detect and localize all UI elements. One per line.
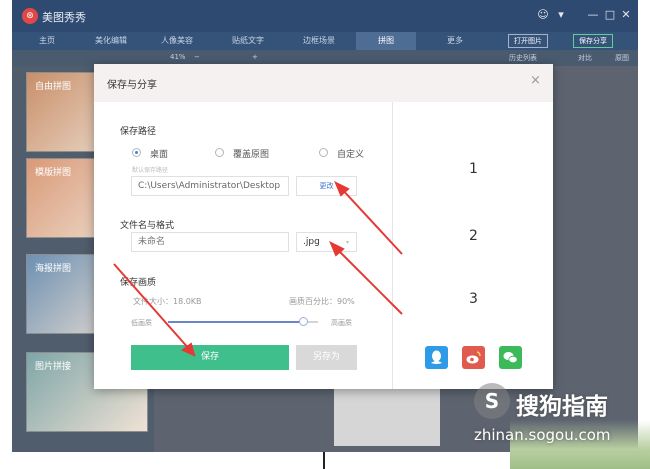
tab-collage[interactable]: 拼图	[356, 32, 416, 50]
annotation-number-1: 1	[469, 161, 478, 177]
app-title: 美图秀秀	[42, 11, 86, 24]
quality-slider-track[interactable]	[168, 321, 318, 323]
menu-dropdown-icon[interactable]: ▾	[554, 8, 568, 22]
chevron-down-icon: ▾	[346, 239, 350, 246]
zoom-in-button[interactable]: +	[252, 53, 258, 61]
title-bar: ⊛ 美图秀秀 ☺ ▾ — □ ✕	[12, 0, 638, 32]
close-window-button[interactable]: ✕	[619, 8, 633, 22]
watermark-url: zhinan.sogou.com	[474, 426, 611, 444]
weibo-share-button[interactable]	[462, 346, 485, 369]
weibo-icon	[466, 351, 481, 364]
qq-share-button[interactable]	[425, 346, 448, 369]
zoom-out-button[interactable]: −	[194, 53, 200, 61]
annotation-number-2: 2	[469, 228, 478, 244]
open-image-button[interactable]: 打开图片	[508, 34, 548, 48]
card-label: 模版拼图	[35, 168, 72, 178]
default-path-hint: 默认保存路径	[132, 167, 169, 174]
low-quality-label: 低画质	[131, 319, 152, 327]
card-label: 自由拼图	[35, 82, 72, 92]
save-share-button[interactable]: 保存分享	[573, 34, 613, 48]
tab-beautify[interactable]: 美化编辑	[81, 32, 141, 50]
high-quality-label: 高画质	[331, 319, 352, 327]
compare-button[interactable]: 对比	[578, 53, 592, 63]
card-label: 图片拼接	[35, 362, 72, 372]
original-button[interactable]: 原图	[615, 53, 629, 63]
save-as-button[interactable]: 另存为	[296, 345, 357, 370]
dialog-header: 保存与分享 ×	[94, 64, 553, 102]
card-label: 海报拼图	[35, 264, 72, 274]
divider-line	[323, 452, 325, 469]
quality-slider-handle[interactable]	[299, 317, 308, 326]
tab-stickers[interactable]: 贴纸文字	[218, 32, 278, 50]
tab-home[interactable]: 主页	[17, 32, 77, 50]
tab-frames[interactable]: 边框场景	[289, 32, 349, 50]
minimize-button[interactable]: —	[586, 8, 600, 22]
history-list-button[interactable]: 历史列表	[509, 53, 537, 63]
dialog-divider	[392, 102, 393, 389]
watermark-text: 搜狗指南	[516, 394, 608, 420]
dialog-title: 保存与分享	[107, 80, 157, 91]
wechat-icon	[503, 352, 518, 364]
maximize-button[interactable]: □	[603, 8, 617, 22]
file-name-input[interactable]	[131, 232, 289, 252]
radio-desktop[interactable]	[132, 148, 141, 157]
tab-portrait[interactable]: 人像美容	[147, 32, 207, 50]
zoom-level: 41%	[170, 53, 186, 61]
wechat-share-button[interactable]	[499, 346, 522, 369]
quality-slider-fill	[168, 321, 303, 323]
save-share-dialog: 保存与分享 × 保存路径 桌面 覆盖原图 自定义 默认保存路径 C:\Users…	[94, 64, 553, 389]
annotation-number-3: 3	[469, 291, 478, 307]
file-size-text: 文件大小：18.0KB	[133, 297, 202, 306]
save-button[interactable]: 保存	[131, 345, 289, 370]
close-icon[interactable]: ×	[530, 74, 541, 88]
save-path-field[interactable]: C:\Users\Administrator\Desktop	[131, 176, 289, 196]
skin-icon[interactable]: ☺	[536, 8, 550, 22]
radio-custom-label: 自定义	[337, 150, 365, 160]
radio-overwrite-label: 覆盖原图	[233, 150, 270, 160]
tab-more[interactable]: 更多	[425, 32, 485, 50]
app-logo-icon: ⊛	[22, 8, 38, 24]
radio-desktop-label: 桌面	[150, 150, 169, 160]
qq-icon	[431, 350, 442, 364]
change-path-button[interactable]: 更改	[296, 176, 357, 196]
radio-overwrite[interactable]	[215, 148, 224, 157]
file-name-format-title: 文件名与格式	[120, 221, 175, 231]
save-path-title: 保存路径	[120, 127, 157, 137]
sogou-logo-icon: S	[474, 383, 510, 419]
quality-percent-text: 画质百分比：90%	[289, 297, 355, 306]
save-quality-title: 保存画质	[120, 278, 157, 288]
radio-custom[interactable]	[319, 148, 328, 157]
tab-bar: 主页 美化编辑 人像美容 贴纸文字 边框场景 拼图 更多 打开图片 保存分享	[12, 32, 638, 50]
